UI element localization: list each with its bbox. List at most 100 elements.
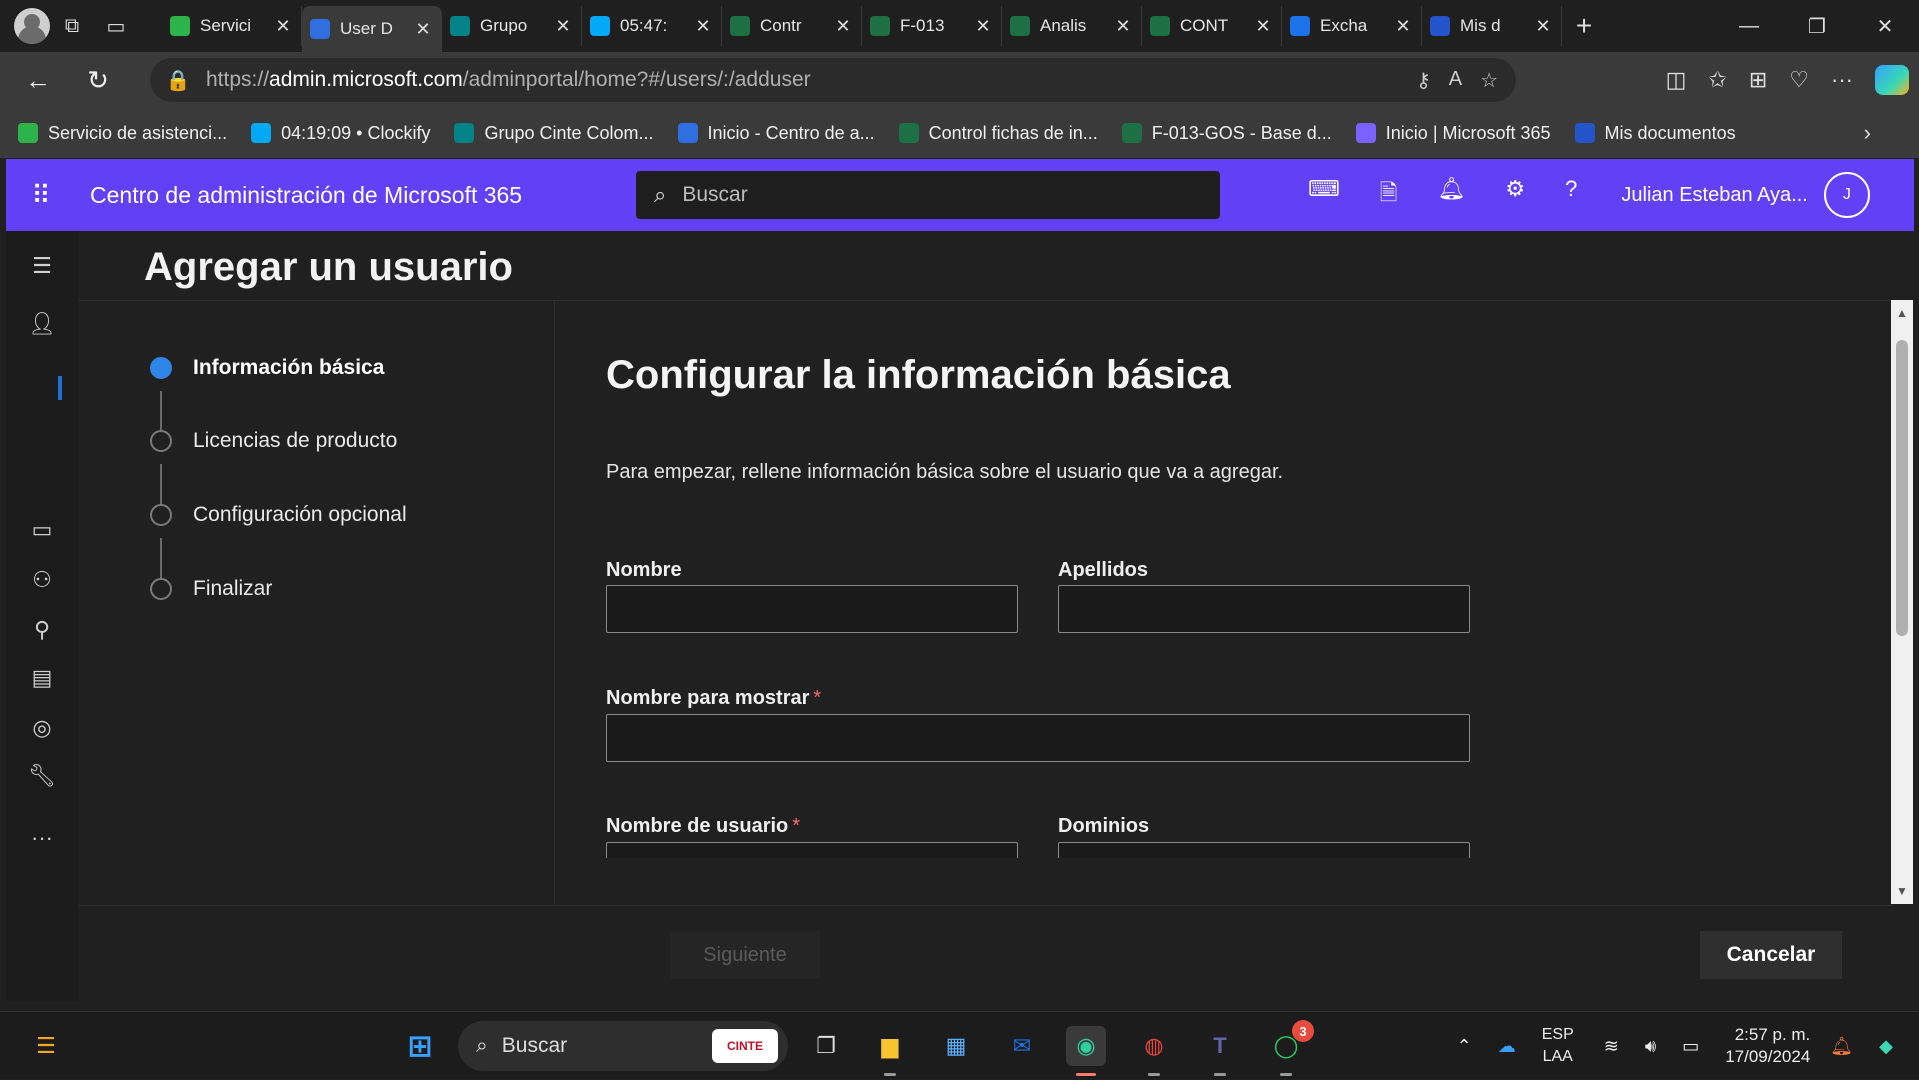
reload-button[interactable]: ↻: [68, 52, 128, 108]
next-button[interactable]: Siguiente: [670, 931, 820, 979]
devices-icon[interactable]: ▭: [6, 517, 78, 543]
copilot-taskbar-icon[interactable]: ◆: [1879, 1036, 1893, 1057]
close-tab-icon[interactable]: ✕: [413, 19, 433, 40]
app-launcher-icon[interactable]: ⠿: [6, 159, 76, 231]
read-aloud-icon[interactable]: A: [1449, 68, 1462, 93]
username-field[interactable]: [606, 842, 1018, 858]
close-tab-icon[interactable]: ✕: [273, 16, 293, 37]
step-product-licenses[interactable]: Licencias de producto: [150, 429, 397, 453]
close-tab-icon[interactable]: ✕: [973, 16, 993, 37]
avatar[interactable]: J: [1823, 172, 1870, 218]
windows-start-icon[interactable]: ⊞: [400, 1026, 440, 1066]
step-basic-info[interactable]: Información básica: [150, 356, 384, 380]
browser-profile-avatar[interactable]: [14, 8, 50, 44]
close-tab-icon[interactable]: ✕: [833, 16, 853, 37]
browser-tab[interactable]: Mis d ✕: [1422, 6, 1562, 46]
browser-tab[interactable]: Excha ✕: [1282, 6, 1422, 46]
browser-tab[interactable]: Analis ✕: [1002, 6, 1142, 46]
last-name-field[interactable]: [1058, 585, 1470, 633]
outlook-icon[interactable]: ✉: [1002, 1026, 1042, 1066]
vertical-scrollbar[interactable]: ▲ ▼: [1891, 300, 1913, 904]
domains-dropdown[interactable]: [1058, 842, 1470, 858]
bell-icon[interactable]: 🔔︎: [1437, 176, 1465, 214]
copilot-nav-icon[interactable]: ◎: [6, 715, 78, 741]
chrome-icon[interactable]: ◍: [1134, 1026, 1174, 1076]
language-indicator[interactable]: ESP LAA: [1542, 1024, 1574, 1068]
close-tab-icon[interactable]: ✕: [1533, 16, 1553, 37]
document-icon[interactable]: 🗎: [1380, 176, 1398, 214]
wifi-icon[interactable]: ≋: [1604, 1036, 1619, 1057]
bookmark-item[interactable]: Servicio de asistenci...: [18, 123, 227, 144]
terminal-icon[interactable]: ⌨: [1308, 176, 1340, 214]
whatsapp-icon[interactable]: ◯ 3: [1266, 1020, 1314, 1076]
bookmark-item[interactable]: F-013-GOS - Base d...: [1121, 123, 1332, 144]
teams-groups-icon[interactable]: ⚇: [6, 567, 78, 593]
search-input[interactable]: ⌕ Buscar: [636, 171, 1220, 219]
browser-tab[interactable]: 05:47: ✕: [582, 6, 722, 46]
wrench-icon[interactable]: 🔧︎: [6, 763, 78, 789]
step-finish[interactable]: Finalizar: [150, 577, 272, 601]
favorite-star-icon[interactable]: ☆: [1480, 68, 1498, 93]
bookmark-item[interactable]: Inicio | Microsoft 365: [1355, 123, 1551, 144]
url-text[interactable]: https://admin.microsoft.com/adminportal/…: [206, 68, 1416, 92]
restore-button[interactable]: ❐: [1783, 0, 1851, 52]
billing-icon[interactable]: ▤: [6, 665, 78, 691]
browser-tab[interactable]: Grupo ✕: [442, 6, 582, 46]
close-window-button[interactable]: ✕: [1851, 0, 1919, 52]
task-view-icon[interactable]: ❐: [806, 1026, 846, 1066]
hamburger-menu-icon[interactable]: ☰: [6, 253, 78, 279]
collections-icon[interactable]: ⊞: [1749, 67, 1767, 93]
bookmark-item[interactable]: Control fichas de in...: [898, 123, 1098, 144]
close-tab-icon[interactable]: ✕: [553, 16, 573, 37]
browser-tab[interactable]: Servici ✕: [162, 6, 302, 46]
new-tab-button[interactable]: +: [1562, 10, 1606, 42]
split-screen-icon[interactable]: ◫: [1666, 67, 1687, 93]
taskbar-search[interactable]: ⌕ Buscar CINTE: [458, 1021, 788, 1071]
bookmark-item[interactable]: 04:19:09 • Clockify: [251, 123, 430, 144]
close-tab-icon[interactable]: ✕: [693, 16, 713, 37]
widgets-icon[interactable]: ☰: [26, 1026, 66, 1066]
close-tab-icon[interactable]: ✕: [1393, 16, 1413, 37]
close-tab-icon[interactable]: ✕: [1253, 16, 1273, 37]
bookmark-item[interactable]: Mis documentos: [1574, 123, 1736, 144]
scroll-down-arrow[interactable]: ▼: [1891, 884, 1913, 898]
browser-tab[interactable]: Contr ✕: [722, 6, 862, 46]
more-nav-icon[interactable]: ···: [6, 825, 78, 851]
browser-essentials-icon[interactable]: ♡: [1789, 67, 1809, 93]
edge-icon[interactable]: ◉: [1066, 1026, 1106, 1076]
minimize-button[interactable]: —: [1715, 0, 1783, 52]
user-name[interactable]: Julian Esteban Aya...: [1621, 184, 1807, 207]
step-optional-settings[interactable]: Configuración opcional: [150, 503, 407, 527]
battery-icon[interactable]: ▭: [1682, 1036, 1699, 1057]
favorites-icon[interactable]: ✩: [1708, 67, 1726, 93]
user-icon[interactable]: 👤︎: [6, 311, 78, 337]
browser-tab[interactable]: User D ✕: [302, 6, 442, 52]
copilot-icon[interactable]: [1875, 65, 1909, 95]
more-options-icon[interactable]: ···: [1831, 67, 1853, 93]
help-icon[interactable]: ?: [1565, 176, 1577, 214]
tab-actions-icon[interactable]: ▭: [94, 4, 138, 48]
workspaces-icon[interactable]: ⧉: [50, 4, 94, 48]
browser-tab[interactable]: F-013 ✕: [862, 6, 1002, 46]
cancel-button[interactable]: Cancelar: [1700, 931, 1842, 979]
bookmark-item[interactable]: Inicio - Centro de a...: [677, 123, 875, 144]
clock[interactable]: 2:57 p. m. 17/09/2024: [1725, 1024, 1810, 1068]
file-explorer-icon[interactable]: ▆: [870, 1026, 910, 1076]
close-tab-icon[interactable]: ✕: [1113, 16, 1133, 37]
address-bar[interactable]: 🔒 https://admin.microsoft.com/adminporta…: [150, 58, 1516, 102]
store-icon[interactable]: ▦: [936, 1026, 976, 1066]
bookmark-item[interactable]: Grupo Cinte Colom...: [454, 123, 654, 144]
chevron-up-icon[interactable]: ⌃: [1457, 1036, 1472, 1057]
volume-icon[interactable]: 🔊︎: [1645, 1036, 1656, 1057]
back-button[interactable]: ←: [8, 52, 68, 108]
key-icon[interactable]: ⚷: [1416, 68, 1431, 93]
user-settings-icon[interactable]: ⚲: [6, 617, 78, 643]
first-name-field[interactable]: [606, 585, 1018, 633]
display-name-field[interactable]: [606, 714, 1470, 762]
onedrive-icon[interactable]: ☁: [1498, 1036, 1516, 1057]
browser-tab[interactable]: CONT ✕: [1142, 6, 1282, 46]
app-title[interactable]: Centro de administración de Microsoft 36…: [90, 182, 636, 209]
chevron-right-icon[interactable]: ›: [1864, 120, 1871, 146]
scroll-thumb[interactable]: [1896, 340, 1908, 636]
scroll-up-arrow[interactable]: ▲: [1891, 306, 1913, 320]
